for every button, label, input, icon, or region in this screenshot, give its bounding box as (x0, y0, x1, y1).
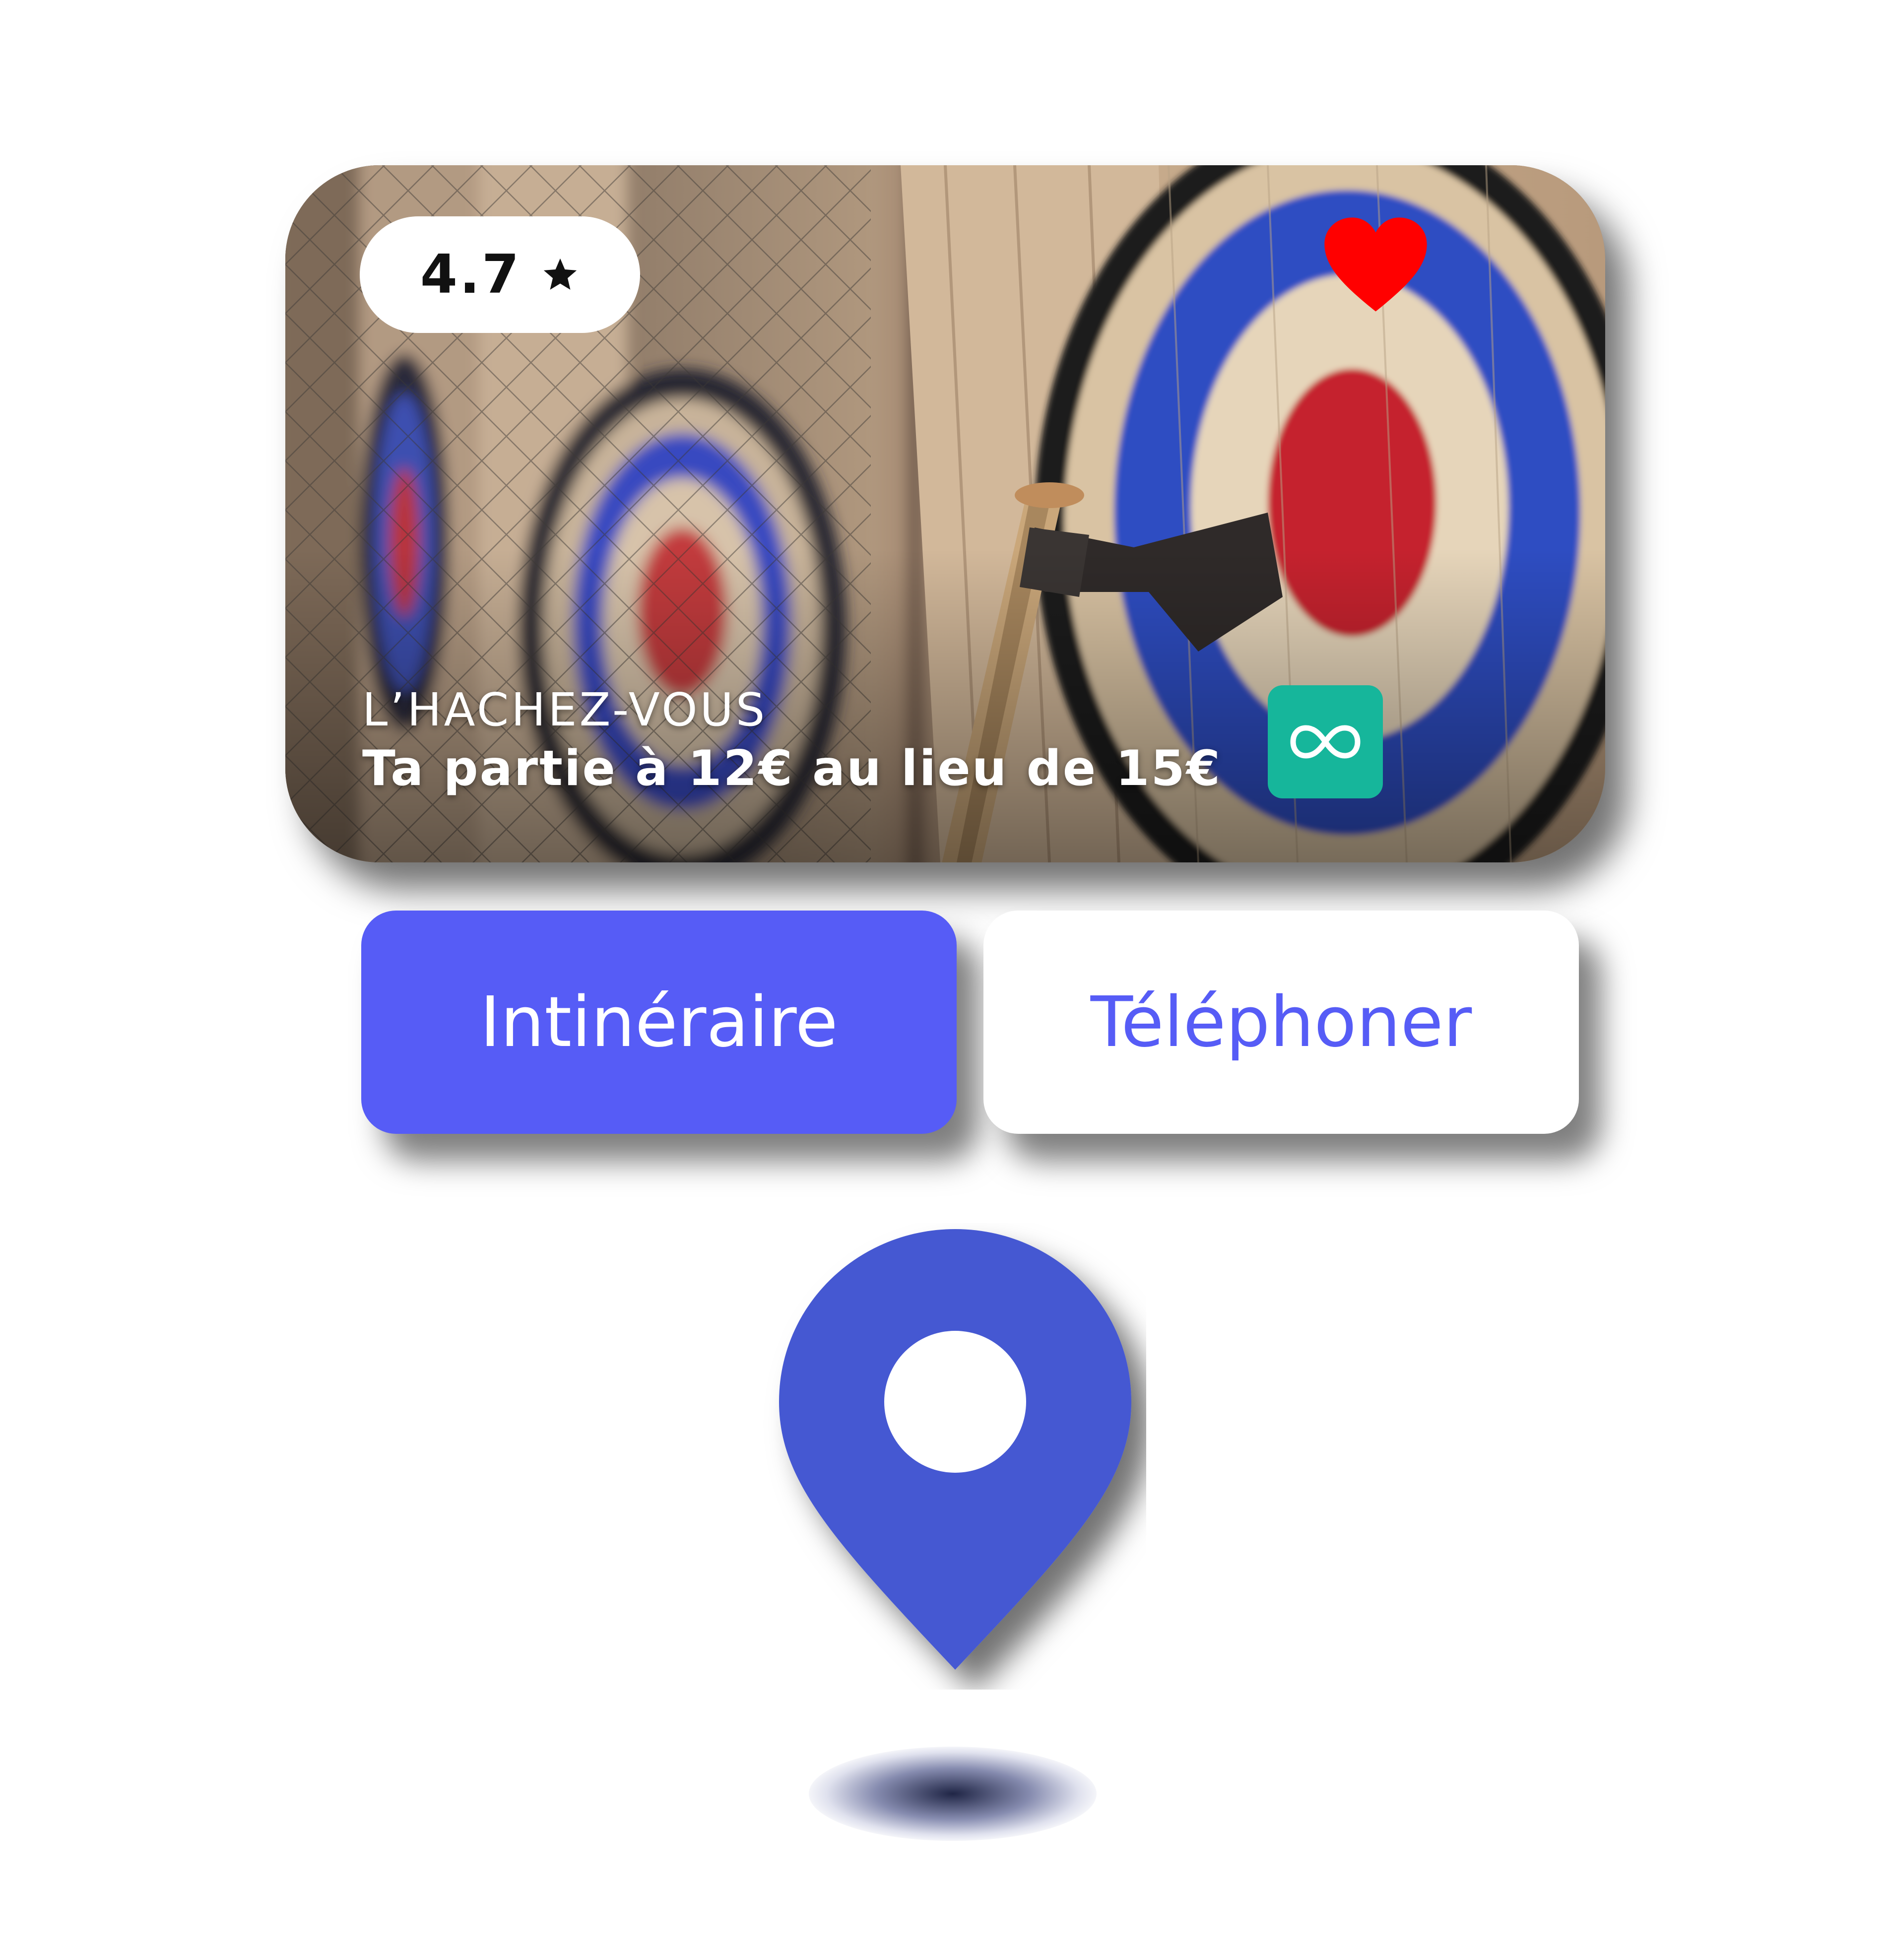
card-caption: L’HACHEZ-VOUS Ta partie à 12€ au lieu de… (362, 681, 1222, 799)
directions-button[interactable]: Intinéraire (361, 911, 957, 1134)
rating-value: 4.7 (420, 244, 521, 306)
star-icon (544, 258, 577, 290)
rating-badge: 4.7 (360, 216, 640, 333)
directions-button-label: Intinéraire (480, 981, 838, 1063)
infinity-icon (1290, 725, 1361, 759)
deal-card[interactable]: 4.7 L’HACHEZ-VOUS Ta partie à 12€ au lie… (285, 165, 1605, 862)
map-pin-icon (779, 1229, 1131, 1670)
call-button[interactable]: Téléphoner (983, 911, 1579, 1134)
call-button-label: Téléphoner (1090, 981, 1472, 1063)
map-pin-shadow (809, 1747, 1097, 1841)
unlimited-badge (1268, 685, 1383, 798)
venue-name: L’HACHEZ-VOUS (362, 683, 768, 736)
heart-icon[interactable] (1322, 215, 1429, 314)
offer-text: Ta partie à 12€ au lieu de 15€ (362, 740, 1222, 797)
